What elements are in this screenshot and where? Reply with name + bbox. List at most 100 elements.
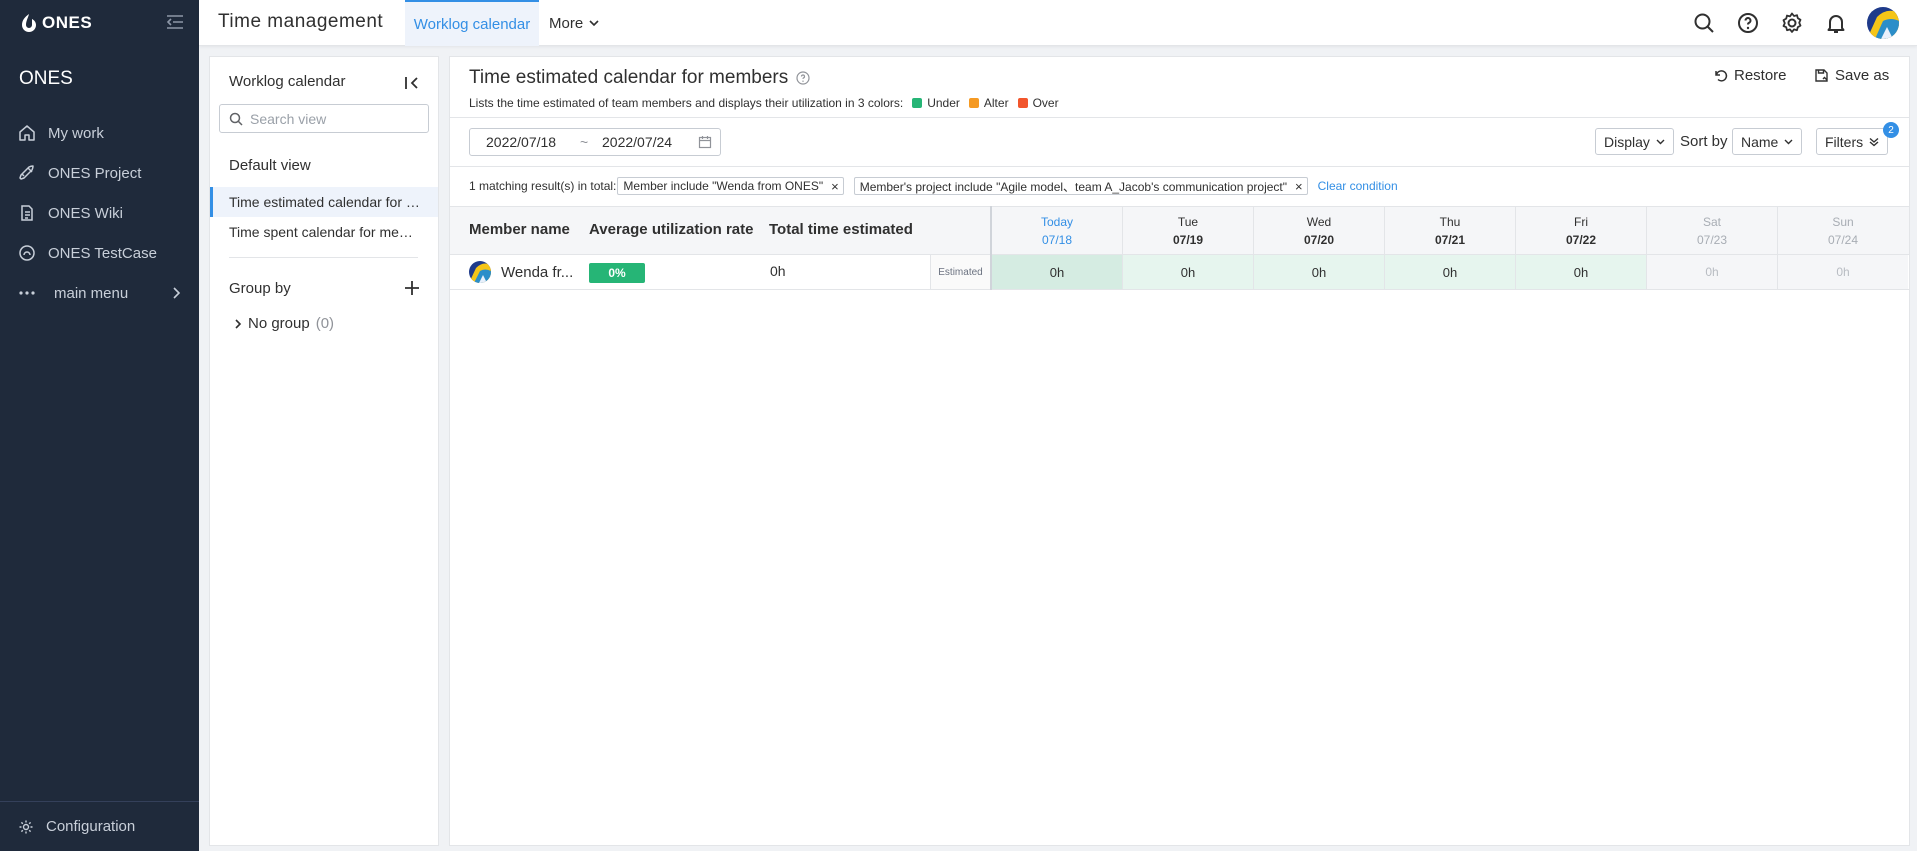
day-cell[interactable]: 0h <box>1122 255 1253 289</box>
legend-under-swatch <box>912 98 923 108</box>
sidebar-item-ones-wiki[interactable]: ONES Wiki <box>0 193 199 233</box>
save-as-label: Save as <box>1835 67 1890 84</box>
filter-tag-project: Member's project include "Agile model、te… <box>853 177 1308 195</box>
filter-tag-label: Member include "Wenda from ONES" <box>623 179 824 193</box>
sidebar-item-my-work[interactable]: My work <box>0 113 199 153</box>
filters-button[interactable]: Filters <box>1816 128 1889 155</box>
notification-bell-icon[interactable] <box>1824 11 1848 35</box>
display-label: Display <box>1604 133 1650 150</box>
member-avatar <box>469 261 491 283</box>
day-cell[interactable]: 0h <box>1253 255 1384 289</box>
user-avatar[interactable] <box>1867 7 1899 39</box>
filter-tag-member: Member include "Wenda from ONES" × <box>617 177 844 195</box>
view-item-time-estimated[interactable]: Time estimated calendar for members <box>210 187 438 217</box>
day-date: 07/19 <box>1172 233 1204 247</box>
legend-over-label: Over <box>1032 96 1059 110</box>
help-icon[interactable] <box>796 71 810 85</box>
no-group-count: (0) <box>315 315 335 332</box>
day-cell[interactable]: 0h <box>1646 255 1777 289</box>
configuration-button[interactable]: Configuration <box>0 801 199 851</box>
day-cell[interactable]: 0h <box>1777 255 1908 289</box>
date-from[interactable]: 2022/07/18 <box>486 134 556 150</box>
configuration-label: Configuration <box>46 818 136 835</box>
sort-by-dropdown[interactable]: Name <box>1732 128 1803 155</box>
search-icon[interactable] <box>1692 11 1716 35</box>
remove-filter-icon[interactable]: × <box>1295 179 1303 194</box>
sidebar-item-ones-testcase[interactable]: ONES TestCase <box>0 233 199 273</box>
remove-filter-icon[interactable]: × <box>831 179 839 194</box>
sidebar-item-ones-project[interactable]: ONES Project <box>0 153 199 193</box>
description-text: Lists the time estimated of team members… <box>469 96 904 110</box>
global-sidebar: ONES ONES My work ONES Project ONES Wiki… <box>0 0 199 851</box>
display-dropdown[interactable]: Display <box>1595 128 1674 155</box>
document-icon <box>21 205 33 221</box>
restore-button[interactable]: Restore <box>1713 67 1787 84</box>
org-name: ONES <box>19 68 73 89</box>
rocket-icon <box>19 165 34 180</box>
ones-logo[interactable]: ONES <box>20 12 92 34</box>
member-name: Wenda fr... <box>501 263 574 281</box>
day-name: Fri <box>1574 215 1588 229</box>
sidebar-item-label: My work <box>48 124 104 142</box>
day-name: Thu <box>1439 215 1461 229</box>
top-header: Time management Worklog calendar More <box>199 0 1917 46</box>
column-header-member[interactable]: Member name <box>469 221 570 238</box>
no-group-item[interactable]: No group (0) <box>234 315 334 332</box>
sort-by-label: Sort by <box>1680 133 1728 150</box>
home-icon <box>19 125 35 141</box>
day-date: 07/23 <box>1696 233 1728 247</box>
chevron-right-icon <box>173 287 181 299</box>
column-header-utilization[interactable]: Average utilization rate <box>589 221 754 238</box>
undo-icon <box>1715 70 1728 82</box>
help-icon[interactable] <box>1736 11 1760 35</box>
avatar-image <box>1867 7 1899 39</box>
collapse-sidebar-icon[interactable] <box>165 13 185 31</box>
day-cell[interactable]: 0h <box>991 255 1122 289</box>
sort-by-value: Name <box>1741 133 1779 150</box>
save-as-button[interactable]: Save as <box>1814 67 1889 84</box>
chevron-right-icon <box>235 318 242 329</box>
no-group-label: No group <box>248 315 310 332</box>
date-to[interactable]: 2022/07/24 <box>602 134 672 150</box>
day-header: Wed 07/20 <box>1253 207 1384 255</box>
view-item-label: Time estimated calendar for members <box>229 194 424 210</box>
table-row[interactable]: Wenda fr... 0% 0h Estimated 0h 0h 0h 0h … <box>450 255 1909 290</box>
day-cell[interactable]: 0h <box>1384 255 1515 289</box>
sidebar-item-main-menu[interactable]: main menu <box>0 273 199 313</box>
calendar-icon <box>698 136 712 149</box>
sidebar-item-label: main menu <box>54 284 129 302</box>
view-title-text: Time estimated calendar for members <box>469 67 789 88</box>
view-item-label: Time spent calendar for members <box>229 224 424 240</box>
chevron-down-icon <box>1784 139 1793 145</box>
day-name: Wed <box>1306 215 1332 229</box>
filter-summary: 1 matching result(s) in total: Member in… <box>469 177 1398 195</box>
view-search-box[interactable] <box>219 104 429 133</box>
day-name: Sat <box>1702 215 1721 229</box>
member-cell[interactable]: Wenda fr... <box>469 261 573 283</box>
total-estimated: 0h <box>770 263 786 279</box>
sidebar-item-label: ONES Wiki <box>48 204 123 222</box>
add-group-icon[interactable] <box>403 279 421 297</box>
column-header-total[interactable]: Total time estimated <box>769 221 913 238</box>
logo-text: ONES <box>42 13 93 32</box>
tab-more[interactable]: More <box>549 0 599 46</box>
restore-label: Restore <box>1734 67 1787 84</box>
tab-more-label: More <box>549 14 584 32</box>
clear-condition-link[interactable]: Clear condition <box>1318 179 1398 193</box>
settings-gear-icon[interactable] <box>1780 11 1804 35</box>
utilization-badge: 0% <box>589 263 645 283</box>
collapse-panel-icon[interactable] <box>403 74 421 92</box>
day-header: Fri 07/22 <box>1515 207 1646 255</box>
ellipsis-icon <box>19 291 35 295</box>
day-cell[interactable]: 0h <box>1515 255 1646 289</box>
date-range-picker[interactable]: 2022/07/18 ~ 2022/07/24 <box>469 128 721 156</box>
day-name: Sun <box>1832 215 1854 229</box>
tab-worklog-calendar[interactable]: Worklog calendar <box>405 0 539 46</box>
day-name: Tue <box>1177 215 1199 229</box>
view-item-time-spent[interactable]: Time spent calendar for members <box>210 217 438 247</box>
filter-tag-label: Member's project include "Agile model、te… <box>859 179 1288 194</box>
header-divider <box>450 117 1909 118</box>
view-search-input[interactable] <box>250 110 420 127</box>
day-header: Tue 07/19 <box>1122 207 1253 255</box>
chevron-down-icon <box>589 20 599 27</box>
